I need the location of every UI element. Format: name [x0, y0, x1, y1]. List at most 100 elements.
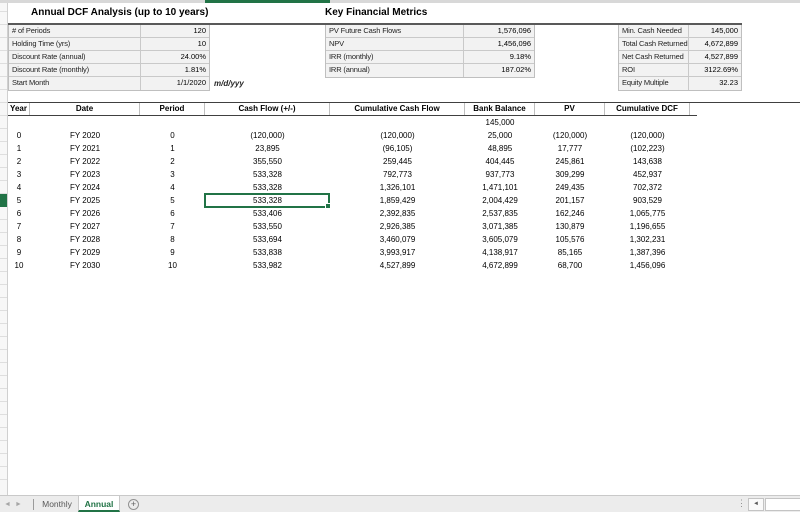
cell[interactable]: FY 2029 — [30, 246, 140, 259]
hscroll-left-button[interactable]: ◄ — [748, 498, 764, 511]
cell[interactable]: 3,071,385 — [465, 220, 535, 233]
cell[interactable]: 0 — [140, 129, 205, 142]
cell[interactable]: 3,605,079 — [465, 233, 535, 246]
label-cell[interactable]: Discount Rate (annual) — [9, 51, 141, 63]
cell[interactable]: 5 — [140, 194, 205, 207]
cell[interactable]: 25,000 — [465, 129, 535, 142]
fill-handle[interactable] — [325, 203, 331, 209]
column-header-period[interactable]: Period — [140, 103, 205, 115]
cell[interactable]: 130,879 — [535, 220, 605, 233]
cell[interactable]: 533,982 — [205, 259, 330, 272]
cell[interactable]: 792,773 — [330, 168, 465, 181]
cell[interactable]: 309,299 — [535, 168, 605, 181]
label-cell[interactable]: PV Future Cash Flows — [326, 25, 464, 37]
cell[interactable]: 6 — [8, 207, 30, 220]
cell[interactable]: FY 2028 — [30, 233, 140, 246]
cell[interactable]: 162,246 — [535, 207, 605, 220]
value-cell[interactable]: 4,527,899 — [689, 51, 741, 63]
cell[interactable]: (120,000) — [605, 129, 690, 142]
value-cell[interactable]: 1.81% — [141, 64, 209, 76]
cell[interactable]: 1,196,655 — [605, 220, 690, 233]
label-cell[interactable]: Min. Cash Needed — [619, 25, 689, 37]
cell[interactable]: 6 — [140, 207, 205, 220]
value-cell[interactable]: 1/1/2020 — [141, 77, 209, 90]
column-header-bank-balance[interactable]: Bank Balance — [465, 103, 535, 115]
cell[interactable]: FY 2027 — [30, 220, 140, 233]
prev-sheet-arrow-icon[interactable]: ◄ — [4, 501, 11, 509]
new-sheet-button[interactable]: + — [128, 499, 139, 510]
cell[interactable]: 2,392,835 — [330, 207, 465, 220]
value-cell[interactable]: 4,672,899 — [689, 38, 741, 50]
sheet-tab-monthly[interactable]: Monthly — [36, 496, 78, 512]
cell[interactable]: 3 — [8, 168, 30, 181]
cell[interactable]: FY 2026 — [30, 207, 140, 220]
cell[interactable]: 533,694 — [205, 233, 330, 246]
cell[interactable]: 533,550 — [205, 220, 330, 233]
cell[interactable]: 17,777 — [535, 142, 605, 155]
cell[interactable]: 1 — [140, 142, 205, 155]
cell[interactable]: 702,372 — [605, 181, 690, 194]
cell[interactable]: 0 — [8, 129, 30, 142]
cell[interactable]: 4 — [140, 181, 205, 194]
cell[interactable]: 4,138,917 — [465, 246, 535, 259]
cell[interactable]: 7 — [8, 220, 30, 233]
value-cell[interactable]: 10 — [141, 38, 209, 50]
value-cell[interactable]: 145,000 — [689, 25, 741, 37]
column-header-cumulative-dcf[interactable]: Cumulative DCF — [605, 103, 690, 115]
cell[interactable]: 404,445 — [465, 155, 535, 168]
cell[interactable]: 8 — [8, 233, 30, 246]
cell[interactable]: 3 — [140, 168, 205, 181]
cell[interactable]: 1,859,429 — [330, 194, 465, 207]
cell[interactable]: 105,576 — [535, 233, 605, 246]
value-cell[interactable]: 3122.69% — [689, 64, 741, 76]
cell[interactable]: 533,406 — [205, 207, 330, 220]
cell[interactable]: 1,456,096 — [605, 259, 690, 272]
label-cell[interactable]: ROI — [619, 64, 689, 76]
label-cell[interactable]: Net Cash Returned — [619, 51, 689, 63]
cell[interactable]: 4,672,899 — [465, 259, 535, 272]
cell[interactable]: (120,000) — [330, 129, 465, 142]
label-cell[interactable]: Holding Time (yrs) — [9, 38, 141, 50]
cell[interactable]: FY 2025 — [30, 194, 140, 207]
cell[interactable]: 4,527,899 — [330, 259, 465, 272]
cell[interactable]: FY 2021 — [30, 142, 140, 155]
cell[interactable]: 85,165 — [535, 246, 605, 259]
column-header-cumulative-cash-flow[interactable]: Cumulative Cash Flow — [330, 103, 465, 115]
cell[interactable]: 1,326,101 — [330, 181, 465, 194]
cell[interactable]: FY 2024 — [30, 181, 140, 194]
cell[interactable]: 3,993,917 — [330, 246, 465, 259]
cell[interactable]: 937,773 — [465, 168, 535, 181]
column-header-date[interactable]: Date — [30, 103, 140, 115]
cell[interactable]: 10 — [140, 259, 205, 272]
label-cell[interactable]: Discount Rate (monthly) — [9, 64, 141, 76]
cell[interactable]: 1 — [8, 142, 30, 155]
cell[interactable]: 903,529 — [605, 194, 690, 207]
label-cell[interactable]: NPV — [326, 38, 464, 50]
value-cell[interactable]: 120 — [141, 25, 209, 37]
tab-scroll-splitter[interactable]: ⋮ — [737, 497, 746, 510]
cell[interactable]: 259,445 — [330, 155, 465, 168]
cell[interactable]: 2,926,385 — [330, 220, 465, 233]
column-header-pv[interactable]: PV — [535, 103, 605, 115]
horizontal-scrollbar-track[interactable] — [765, 498, 800, 511]
value-cell[interactable]: 1,456,096 — [464, 38, 534, 50]
cell[interactable]: 1,471,101 — [465, 181, 535, 194]
cell[interactable]: 201,157 — [535, 194, 605, 207]
column-header-year[interactable]: Year — [8, 103, 30, 115]
cell[interactable]: 1,387,396 — [605, 246, 690, 259]
label-cell[interactable]: IRR (monthly) — [326, 51, 464, 63]
cell[interactable]: 355,550 — [205, 155, 330, 168]
label-cell[interactable]: IRR (annual) — [326, 64, 464, 77]
label-cell[interactable]: Start Month — [9, 77, 141, 90]
cell[interactable]: 533,838 — [205, 246, 330, 259]
cell[interactable]: 145,000 — [465, 116, 535, 129]
cell[interactable]: FY 2022 — [30, 155, 140, 168]
cell[interactable]: 1,065,775 — [605, 207, 690, 220]
cell[interactable]: 4 — [8, 181, 30, 194]
cell[interactable]: 7 — [140, 220, 205, 233]
cell[interactable]: 68,700 — [535, 259, 605, 272]
cell[interactable]: 9 — [140, 246, 205, 259]
cell[interactable]: (96,105) — [330, 142, 465, 155]
cell[interactable]: 2,537,835 — [465, 207, 535, 220]
cell[interactable]: 3,460,079 — [330, 233, 465, 246]
